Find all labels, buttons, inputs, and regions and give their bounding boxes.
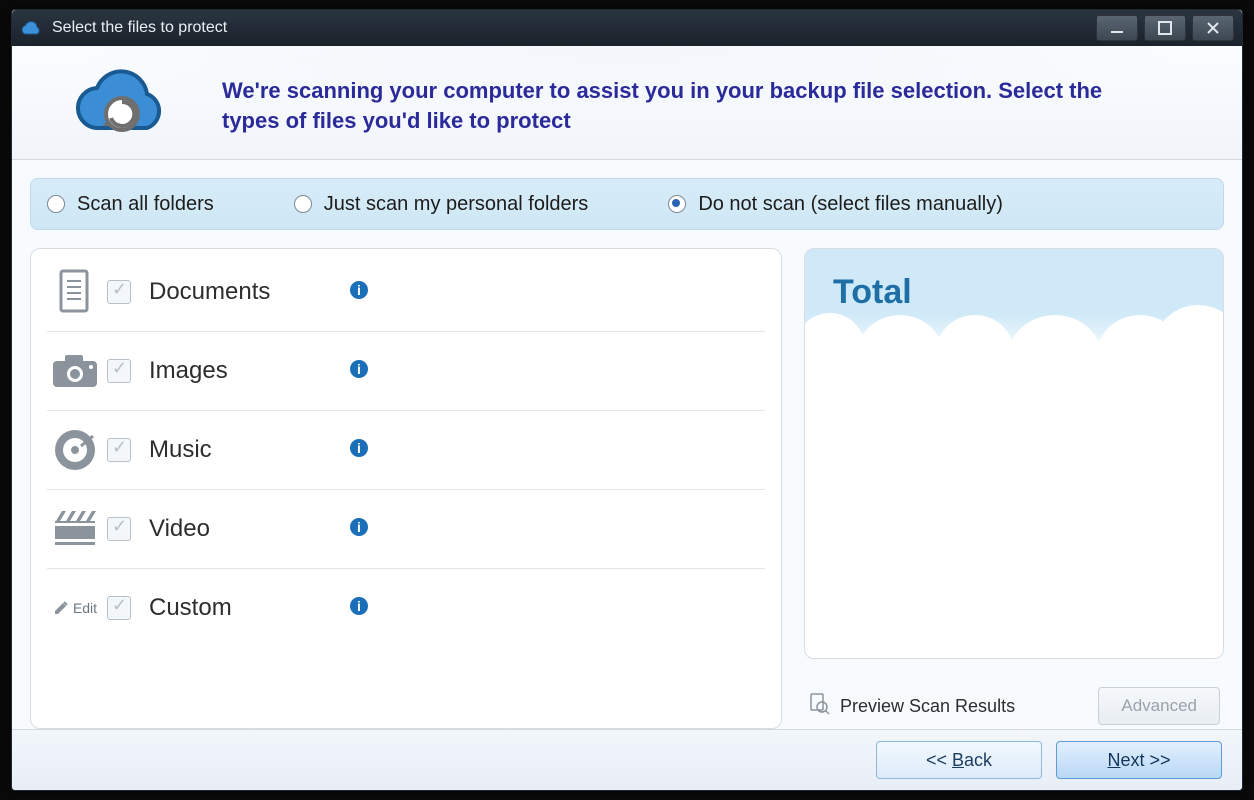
documents-icon <box>47 269 103 315</box>
svg-text:i: i <box>357 361 361 377</box>
info-icon[interactable]: i <box>349 517 369 542</box>
edit-label: Edit <box>73 600 97 616</box>
back-button[interactable]: << Back <box>876 741 1042 779</box>
footer: << Back Next >> <box>12 729 1242 790</box>
svg-text:i: i <box>357 598 361 614</box>
file-type-row-images: Images i <box>31 332 781 410</box>
scan-options: Scan all folders Just scan my personal f… <box>30 178 1224 230</box>
file-type-row-video: Video i <box>31 490 781 568</box>
edit-custom-link[interactable]: Edit <box>47 600 103 616</box>
radio-label: Just scan my personal folders <box>324 193 589 216</box>
total-title: Total <box>833 273 1223 312</box>
advanced-label: Advanced <box>1121 696 1197 716</box>
content-columns: Documents i <box>30 248 1224 729</box>
radio-scan-personal[interactable]: Just scan my personal folders <box>294 193 589 216</box>
file-type-label: Images <box>149 357 329 385</box>
file-type-row-custom: Edit Custom i <box>31 569 781 647</box>
radio-label: Scan all folders <box>77 193 214 216</box>
svg-text:i: i <box>357 519 361 535</box>
info-icon[interactable]: i <box>349 438 369 463</box>
next-label: Next >> <box>1107 750 1170 771</box>
checkbox-custom[interactable] <box>107 596 131 620</box>
app-window: Select the files to protect We're scanni… <box>11 9 1243 791</box>
checkbox-images[interactable] <box>107 359 131 383</box>
total-header: Total <box>805 249 1223 365</box>
images-icon <box>47 353 103 389</box>
app-icon <box>20 19 42 37</box>
radio-do-not-scan[interactable]: Do not scan (select files manually) <box>668 193 1003 216</box>
window-title: Select the files to protect <box>52 19 227 37</box>
file-type-label: Documents <box>149 278 329 306</box>
preview-label: Preview Scan Results <box>840 696 1015 717</box>
file-type-label: Custom <box>149 594 329 622</box>
checkbox-documents[interactable] <box>107 280 131 304</box>
radio-scan-all[interactable]: Scan all folders <box>47 193 214 216</box>
file-type-label: Music <box>149 436 329 464</box>
back-label: << Back <box>926 750 992 771</box>
video-icon <box>47 509 103 549</box>
info-icon[interactable]: i <box>349 359 369 384</box>
minimize-button[interactable] <box>1096 15 1138 41</box>
total-panel: Total <box>804 248 1224 659</box>
file-type-row-documents: Documents i <box>31 253 781 331</box>
checkbox-video[interactable] <box>107 517 131 541</box>
header-message: We're scanning your computer to assist y… <box>222 76 1112 135</box>
svg-text:i: i <box>357 282 361 298</box>
checkbox-music[interactable] <box>107 438 131 462</box>
file-type-label: Video <box>149 515 329 543</box>
file-type-panel: Documents i <box>30 248 782 729</box>
right-actions: Preview Scan Results Advanced <box>804 683 1224 729</box>
maximize-button[interactable] <box>1144 15 1186 41</box>
body: Scan all folders Just scan my personal f… <box>12 160 1242 729</box>
preview-scan-results-link[interactable]: Preview Scan Results <box>808 693 1015 720</box>
header-banner: We're scanning your computer to assist y… <box>12 46 1242 160</box>
right-column: Total Preview <box>804 248 1224 729</box>
radio-label: Do not scan (select files manually) <box>698 193 1003 216</box>
advanced-button[interactable]: Advanced <box>1098 687 1220 725</box>
music-icon <box>47 428 103 472</box>
cloud-logo-icon <box>72 64 172 147</box>
svg-text:i: i <box>357 440 361 456</box>
magnifier-page-icon <box>808 693 830 720</box>
titlebar: Select the files to protect <box>12 10 1242 46</box>
file-type-row-music: Music i <box>31 411 781 489</box>
next-button[interactable]: Next >> <box>1056 741 1222 779</box>
info-icon[interactable]: i <box>349 280 369 305</box>
info-icon[interactable]: i <box>349 596 369 621</box>
close-button[interactable] <box>1192 15 1234 41</box>
